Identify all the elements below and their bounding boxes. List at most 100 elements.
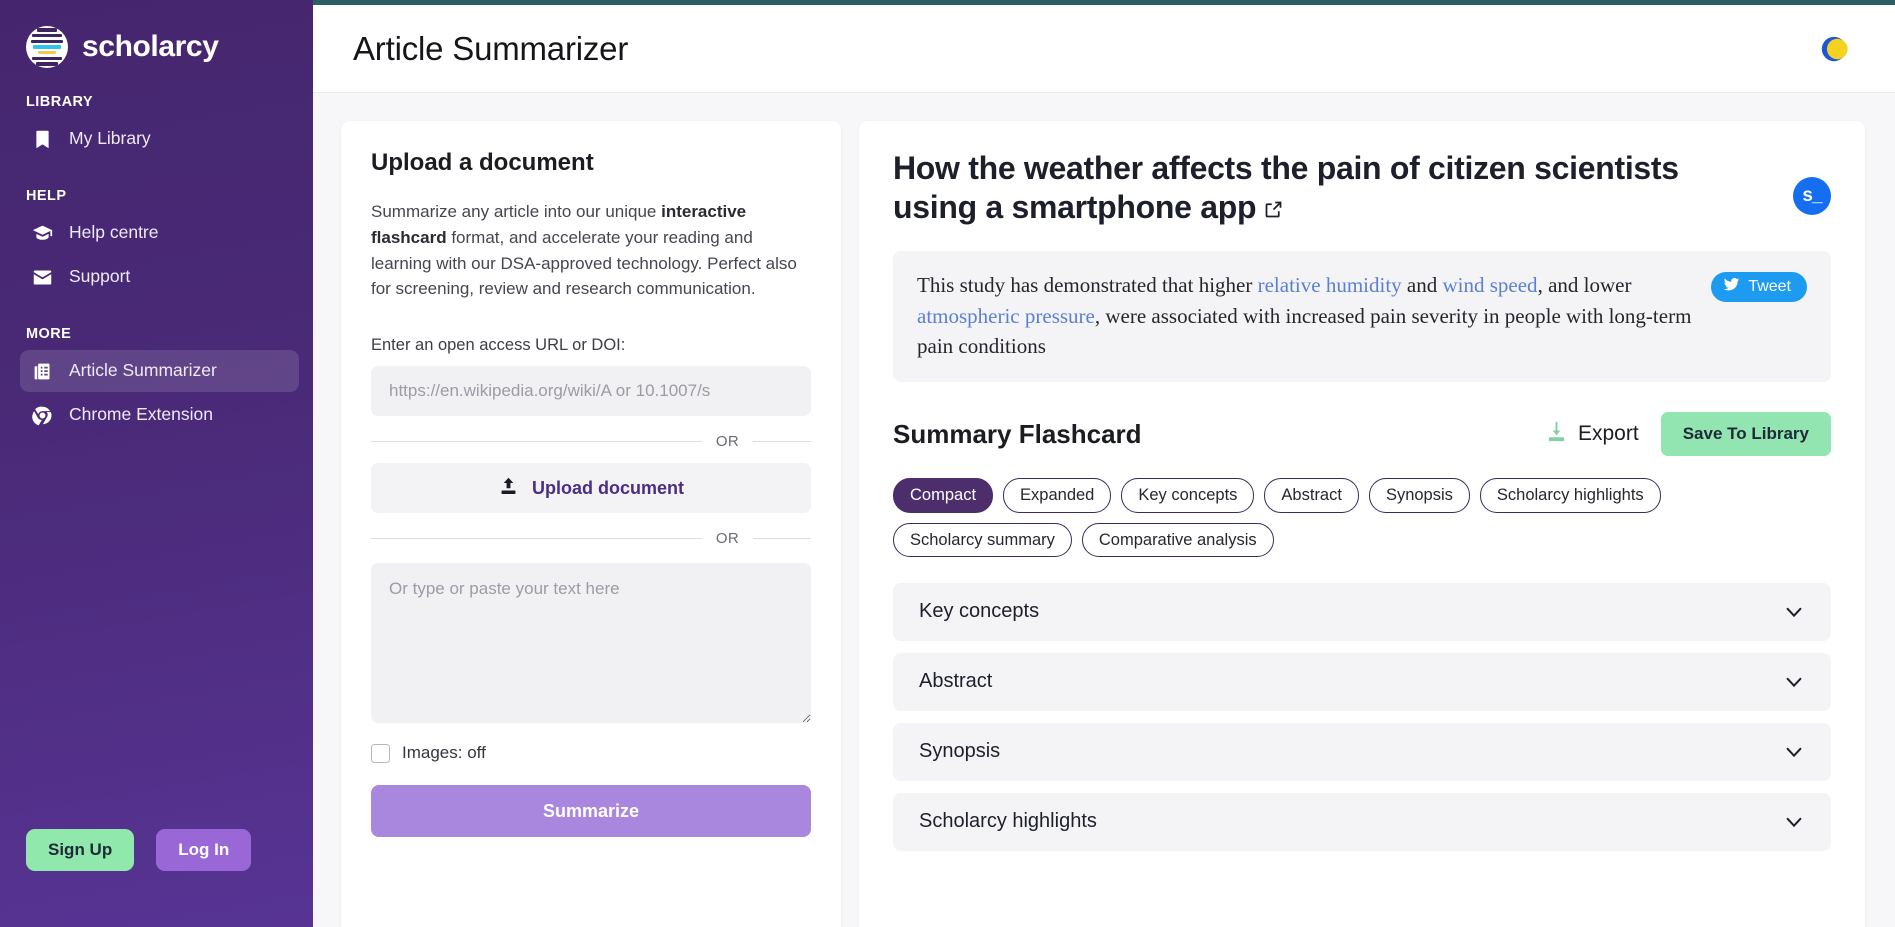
- tweet-label: Tweet: [1748, 278, 1791, 296]
- desc-text-1: Summarize any article into our unique: [371, 202, 661, 221]
- hl-text-1: This study has demonstrated that higher: [917, 273, 1258, 297]
- sidebar-item-label: My Library: [69, 129, 151, 148]
- article-title: How the weather affects the pain of citi…: [893, 149, 1693, 229]
- sidebar-item-article-summarizer[interactable]: Article Summarizer: [20, 350, 299, 392]
- accordion-label: Synopsis: [919, 740, 1000, 763]
- document-list-icon: [30, 359, 54, 383]
- upload-icon: [498, 476, 519, 500]
- article-header: How the weather affects the pain of citi…: [893, 149, 1831, 229]
- accordion-key-concepts[interactable]: Key concepts: [893, 583, 1831, 641]
- app-root: scholarcy LIBRARY My Library HELP Help c…: [0, 0, 1895, 927]
- images-toggle-row: Images: off: [371, 743, 811, 763]
- sidebar-section-more: MORE Article Summarizer Chrome Extension: [0, 326, 313, 438]
- scholarcy-logo-icon: [26, 26, 68, 68]
- dark-mode-toggle-icon[interactable]: [1817, 32, 1851, 66]
- paste-text-area[interactable]: [371, 563, 811, 723]
- brand-name: scholarcy: [82, 30, 218, 64]
- or-divider-2: OR: [371, 530, 811, 547]
- divider-line: [371, 538, 702, 539]
- summary-panel: How the weather affects the pain of citi…: [859, 121, 1865, 927]
- key-finding-highlight: This study has demonstrated that higher …: [893, 251, 1831, 382]
- envelope-icon: [30, 265, 54, 289]
- accordion-scholarcy-highlights[interactable]: Scholarcy highlights: [893, 793, 1831, 851]
- content-area: Upload a document Summarize any article …: [313, 93, 1895, 927]
- article-title-text: How the weather affects the pain of citi…: [893, 150, 1679, 225]
- pill-scholarcy-highlights[interactable]: Scholarcy highlights: [1480, 478, 1661, 512]
- scite-badge[interactable]: s_: [1793, 177, 1831, 215]
- graduation-cap-icon: [30, 221, 54, 245]
- top-bar: Article Summarizer: [313, 5, 1895, 93]
- sidebar-item-label: Article Summarizer: [69, 361, 217, 380]
- upload-panel-description: Summarize any article into our unique in…: [371, 199, 811, 302]
- main-area: Article Summarizer Upload a document Sum…: [313, 0, 1895, 927]
- pill-comparative-analysis[interactable]: Comparative analysis: [1082, 523, 1274, 557]
- external-link-icon[interactable]: [1263, 190, 1284, 229]
- sidebar-item-my-library[interactable]: My Library: [20, 118, 299, 160]
- tweet-button[interactable]: Tweet: [1711, 272, 1807, 302]
- sidebar-heading-more: MORE: [0, 326, 313, 348]
- upload-panel-title: Upload a document: [371, 149, 811, 177]
- sidebar-section-library: LIBRARY My Library: [0, 94, 313, 162]
- sign-up-button[interactable]: Sign Up: [26, 829, 134, 871]
- pill-compact[interactable]: Compact: [893, 478, 993, 512]
- sidebar-heading-help: HELP: [0, 188, 313, 210]
- sidebar: scholarcy LIBRARY My Library HELP Help c…: [0, 0, 313, 927]
- hl-text-3: , and lower: [1538, 273, 1632, 297]
- export-button[interactable]: Export: [1545, 420, 1639, 449]
- sidebar-heading-library: LIBRARY: [0, 94, 313, 116]
- link-relative-humidity[interactable]: relative humidity: [1258, 273, 1402, 297]
- sidebar-section-help: HELP Help centre Support: [0, 188, 313, 300]
- sidebar-item-label: Chrome Extension: [69, 405, 213, 424]
- flashcard-heading: Summary Flashcard: [893, 419, 1523, 450]
- pill-scholarcy-summary[interactable]: Scholarcy summary: [893, 523, 1072, 557]
- sidebar-item-label: Help centre: [69, 223, 159, 242]
- divider-line: [753, 538, 811, 539]
- key-finding-text: This study has demonstrated that higher …: [917, 270, 1693, 361]
- chevron-down-icon: [1783, 601, 1805, 623]
- accordion-label: Scholarcy highlights: [919, 810, 1097, 833]
- upload-document-button[interactable]: Upload document: [371, 463, 811, 513]
- flashcard-view-pills: Compact Expanded Key concepts Abstract S…: [893, 478, 1683, 556]
- or-divider-1: OR: [371, 433, 811, 450]
- sidebar-item-label: Support: [69, 267, 130, 286]
- brand[interactable]: scholarcy: [0, 18, 313, 68]
- log-in-button[interactable]: Log In: [156, 829, 251, 871]
- accordion-abstract[interactable]: Abstract: [893, 653, 1831, 711]
- sidebar-item-help-centre[interactable]: Help centre: [20, 212, 299, 254]
- page-title: Article Summarizer: [353, 30, 628, 68]
- url-field-label: Enter an open access URL or DOI:: [371, 336, 811, 355]
- url-or-doi-input[interactable]: [371, 366, 811, 416]
- sidebar-item-support[interactable]: Support: [20, 256, 299, 298]
- sidebar-item-chrome-extension[interactable]: Chrome Extension: [20, 394, 299, 436]
- link-atmospheric-pressure[interactable]: atmospheric pressure: [917, 304, 1095, 328]
- pill-key-concepts[interactable]: Key concepts: [1121, 478, 1254, 512]
- accordion-label: Abstract: [919, 670, 992, 693]
- summarize-button[interactable]: Summarize: [371, 785, 811, 837]
- images-checkbox[interactable]: [371, 744, 390, 763]
- images-toggle-label: Images: off: [402, 743, 486, 763]
- save-to-library-button[interactable]: Save To Library: [1661, 412, 1831, 456]
- chevron-down-icon: [1783, 811, 1805, 833]
- accordion-label: Key concepts: [919, 600, 1039, 623]
- link-wind-speed[interactable]: wind speed: [1442, 273, 1537, 297]
- flashcard-toolbar: Summary Flashcard Export Save To Library: [893, 412, 1831, 456]
- or-label: OR: [716, 433, 739, 450]
- twitter-bird-icon: [1723, 276, 1740, 298]
- divider-line: [753, 441, 811, 442]
- download-icon: [1545, 420, 1568, 449]
- upload-panel: Upload a document Summarize any article …: [341, 121, 841, 927]
- hl-text-2: and: [1402, 273, 1443, 297]
- upload-document-label: Upload document: [532, 478, 684, 499]
- pill-synopsis[interactable]: Synopsis: [1369, 478, 1470, 512]
- pill-abstract[interactable]: Abstract: [1264, 478, 1359, 512]
- chrome-icon: [30, 403, 54, 427]
- accordion-synopsis[interactable]: Synopsis: [893, 723, 1831, 781]
- flashcard-sections: Key concepts Abstract Synopsis: [893, 583, 1831, 851]
- chevron-down-icon: [1783, 671, 1805, 693]
- divider-line: [371, 441, 702, 442]
- or-label: OR: [716, 530, 739, 547]
- pill-expanded[interactable]: Expanded: [1003, 478, 1111, 512]
- chevron-down-icon: [1783, 741, 1805, 763]
- bookmark-icon: [30, 127, 54, 151]
- export-label: Export: [1578, 422, 1639, 446]
